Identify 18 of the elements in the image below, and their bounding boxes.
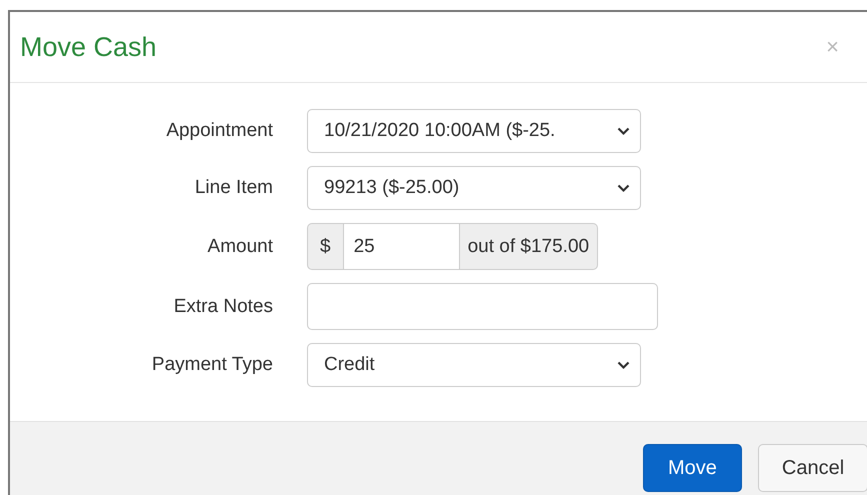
chevron-down-icon: [617, 360, 630, 370]
cancel-button[interactable]: Cancel: [758, 444, 867, 492]
chevron-down-icon: [617, 184, 630, 192]
notes-field[interactable]: [307, 283, 658, 330]
field-label: Amount: [208, 236, 273, 258]
field-label: Extra Notes: [174, 296, 273, 318]
select-field[interactable]: 99213 ($-25.00): [307, 166, 641, 210]
field-label: Line Item: [194, 177, 273, 199]
field-label: Payment Type: [152, 354, 273, 376]
amount-field[interactable]: 25: [342, 223, 460, 270]
select-field[interactable]: 10/21/2020 10:00AM ($-25.: [307, 109, 641, 153]
field-label: Appointment: [166, 120, 273, 142]
chevron-down-icon: [617, 126, 630, 136]
dialog-title: Move Cash: [20, 32, 157, 62]
currency-addon: $: [307, 223, 343, 270]
amount-total-addon: out of $175.00: [460, 223, 598, 270]
move-button[interactable]: Move: [643, 444, 742, 492]
select-field[interactable]: Credit: [307, 343, 641, 387]
